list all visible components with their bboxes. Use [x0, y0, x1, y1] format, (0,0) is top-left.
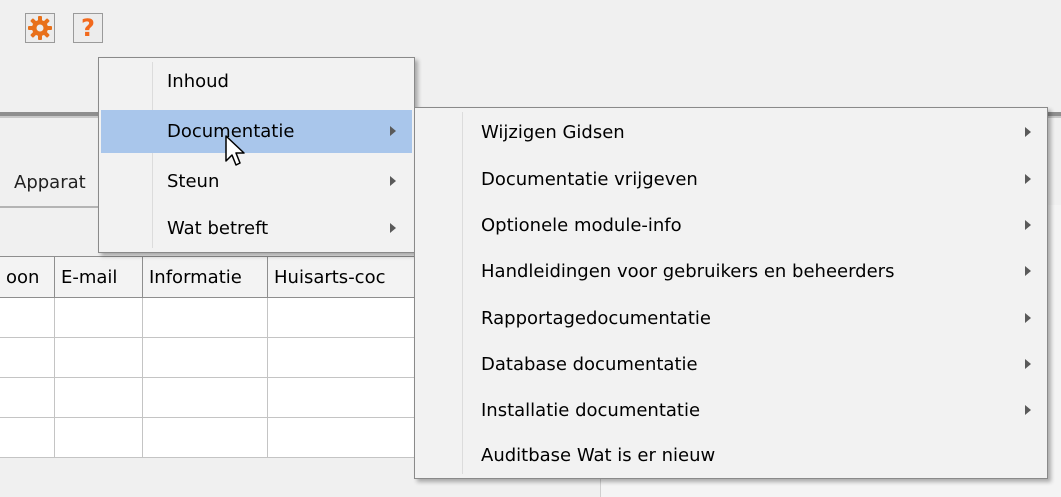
chevron-right-icon	[390, 176, 396, 186]
menu-item-documentatie-vrijgeven[interactable]: Documentatie vrijgeven	[417, 158, 1045, 201]
chevron-right-icon	[1025, 405, 1031, 415]
chevron-right-icon	[1025, 127, 1031, 137]
tab-label: Apparat	[14, 171, 86, 193]
menu-item-optionele-module-info[interactable]: Optionele module-info	[417, 204, 1045, 247]
menu-item-installatie-documentatie[interactable]: Installatie documentatie	[417, 389, 1045, 432]
column-header-email[interactable]: E-mail	[55, 257, 143, 297]
gear-icon	[28, 16, 52, 40]
menu-item-database-documentatie[interactable]: Database documentatie	[417, 343, 1045, 386]
chevron-right-icon	[1025, 359, 1031, 369]
menu-item-rapportagedocumentatie[interactable]: Rapportagedocumentatie	[417, 297, 1045, 340]
column-header-informatie[interactable]: Informatie	[143, 257, 268, 297]
help-button[interactable]: ?	[73, 13, 103, 43]
menu-item-steun[interactable]: Steun	[101, 160, 412, 203]
menu-item-wijzigen-gidsen[interactable]: Wijzigen Gidsen	[417, 111, 1045, 154]
menu-item-inhoud[interactable]: Inhoud	[101, 60, 412, 103]
help-menu: Inhoud Documentatie Steun Wat betreft	[98, 57, 415, 253]
menu-item-label: Wat betreft	[167, 218, 269, 239]
menu-item-label: Inhoud	[167, 71, 229, 92]
documentation-submenu: Wijzigen Gidsen Documentatie vrijgeven O…	[414, 107, 1048, 479]
menu-item-auditbase-nieuw[interactable]: Auditbase Wat is er nieuw	[417, 434, 1045, 477]
chevron-right-icon	[1025, 266, 1031, 276]
menu-item-label: Steun	[167, 171, 220, 192]
settings-button[interactable]	[25, 13, 55, 43]
chevron-right-icon	[1025, 313, 1031, 323]
help-icon: ?	[81, 14, 95, 42]
chevron-right-icon	[390, 223, 396, 233]
chevron-right-icon	[1025, 220, 1031, 230]
chevron-right-icon	[390, 126, 396, 136]
mouse-cursor-icon	[225, 135, 245, 166]
menu-item-wat-betreft[interactable]: Wat betreft	[101, 207, 412, 250]
menu-item-documentatie[interactable]: Documentatie	[101, 110, 412, 153]
column-header[interactable]: oon	[0, 257, 55, 297]
menu-item-handleidingen[interactable]: Handleidingen voor gebruikers en beheerd…	[417, 250, 1045, 293]
chevron-right-icon	[1025, 174, 1031, 184]
